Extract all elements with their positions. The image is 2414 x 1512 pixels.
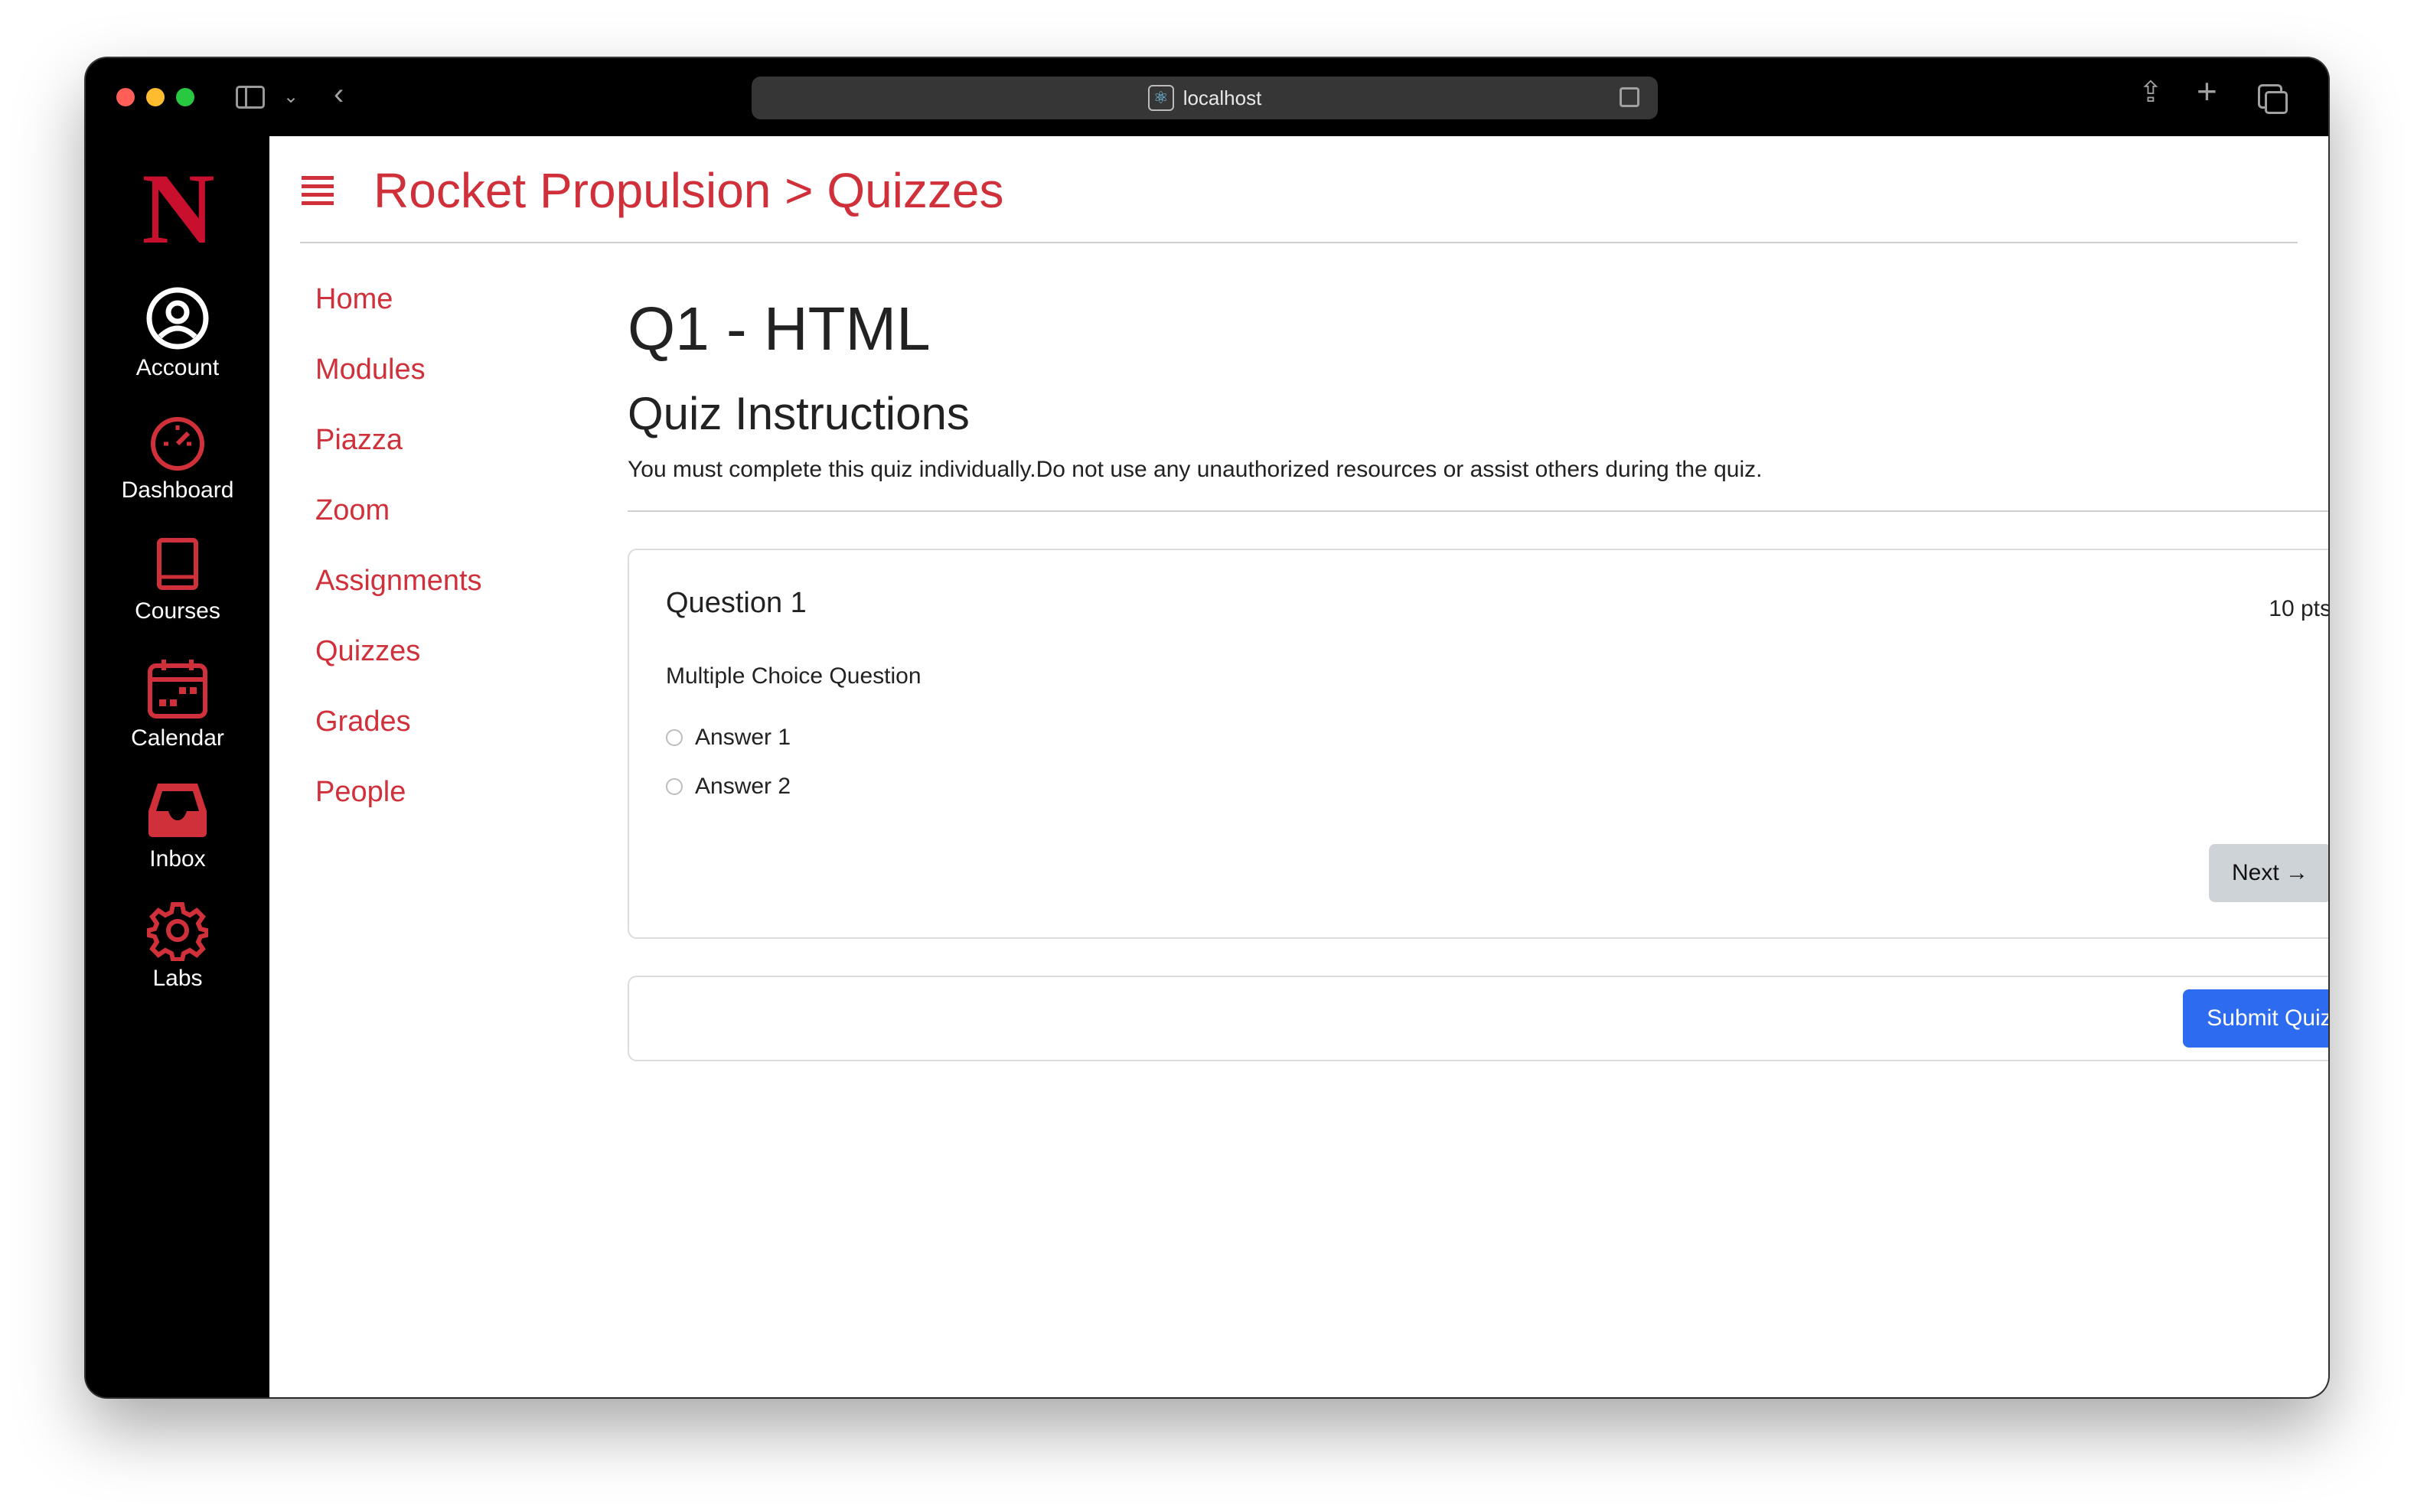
gear-icon: [147, 902, 208, 961]
browser-titlebar: ⌄ ‹ ⚛ localhost ⇪ +: [86, 58, 2328, 136]
url-text: localhost: [1183, 86, 1262, 109]
course-nav-grades[interactable]: Grades: [315, 704, 482, 774]
university-logo[interactable]: N: [129, 158, 228, 259]
breadcrumb: Rocket Propulsion > Quizzes: [300, 136, 2298, 243]
tab-overview-icon[interactable]: [2258, 84, 2288, 114]
course-navigation: Home Modules Piazza Zoom Assignments Qui…: [315, 282, 482, 845]
submit-quiz-button[interactable]: Submit Quiz: [2183, 989, 2328, 1048]
instructions-heading: Quiz Instructions: [628, 388, 970, 439]
nav-inbox-label: Inbox: [149, 846, 206, 872]
global-navigation: N Account Dashboard Courses Calendar Inb…: [86, 136, 269, 1397]
instructions-text: You must complete this quiz individually…: [628, 457, 1763, 482]
question-type: Multiple Choice Question: [666, 663, 922, 689]
divider: [628, 510, 2328, 512]
address-bar[interactable]: ⚛ localhost: [752, 77, 1658, 119]
share-icon[interactable]: ⇪: [2138, 78, 2163, 107]
course-nav-zoom[interactable]: Zoom: [315, 493, 482, 563]
inbox-icon: [148, 784, 207, 837]
nav-labs-label: Labs: [152, 966, 203, 991]
speedometer-icon: [151, 417, 204, 471]
new-tab-icon[interactable]: +: [2197, 73, 2217, 109]
answer-label: Answer 2: [695, 774, 791, 799]
nav-dashboard-label: Dashboard: [121, 477, 234, 503]
reader-mode-icon[interactable]: [1620, 87, 1639, 107]
answer-radio[interactable]: [666, 778, 683, 795]
nav-calendar[interactable]: Calendar: [86, 657, 269, 751]
nav-account-label: Account: [135, 355, 220, 380]
question-card: Question 1 10 pts Multiple Choice Questi…: [628, 549, 2328, 939]
minimize-window-button[interactable]: [146, 88, 165, 106]
nav-dashboard[interactable]: Dashboard: [86, 415, 269, 503]
nav-courses-label: Courses: [135, 598, 220, 624]
browser-window: ⌄ ‹ ⚛ localhost ⇪ + N Account Dashboard …: [86, 58, 2328, 1397]
next-button[interactable]: Next →: [2209, 844, 2328, 902]
course-nav-people[interactable]: People: [315, 774, 482, 845]
nav-courses[interactable]: Courses: [86, 536, 269, 624]
quiz-main: Q1 - HTML Quiz Instructions You must com…: [628, 282, 2328, 1061]
nav-account[interactable]: Account: [86, 286, 269, 381]
answer-option[interactable]: Answer 1: [666, 725, 791, 751]
quiz-title: Q1 - HTML: [628, 295, 931, 363]
answer-label: Answer 1: [695, 725, 791, 750]
course-nav-modules[interactable]: Modules: [315, 352, 482, 422]
answer-radio[interactable]: [666, 729, 683, 746]
react-favicon-icon: ⚛: [1147, 85, 1174, 111]
question-points: 10 pts: [2269, 596, 2328, 621]
nav-inbox[interactable]: Inbox: [86, 777, 269, 872]
question-title: Question 1: [666, 587, 807, 619]
nav-calendar-label: Calendar: [131, 725, 224, 751]
chevron-down-icon[interactable]: ⌄: [283, 84, 298, 110]
breadcrumb-text[interactable]: Rocket Propulsion > Quizzes: [374, 162, 1004, 219]
course-nav-assignments[interactable]: Assignments: [315, 563, 482, 634]
calendar-icon: [148, 660, 207, 719]
maximize-window-button[interactable]: [176, 88, 194, 106]
course-nav-home[interactable]: Home: [315, 282, 482, 352]
close-window-button[interactable]: [116, 88, 135, 106]
course-nav-quizzes[interactable]: Quizzes: [315, 634, 482, 704]
hamburger-menu-icon[interactable]: [302, 176, 334, 210]
page-content: Rocket Propulsion > Quizzes Home Modules…: [269, 136, 2328, 1397]
sidebar-toggle-icon[interactable]: [236, 86, 265, 109]
submit-bar: Submit Quiz: [628, 976, 2328, 1061]
answer-option[interactable]: Answer 2: [666, 774, 791, 800]
back-arrow-icon[interactable]: ‹: [334, 79, 344, 109]
course-nav-piazza[interactable]: Piazza: [315, 422, 482, 493]
book-icon: [157, 538, 198, 590]
nav-labs[interactable]: Labs: [86, 900, 269, 992]
user-circle-icon: [146, 287, 209, 350]
